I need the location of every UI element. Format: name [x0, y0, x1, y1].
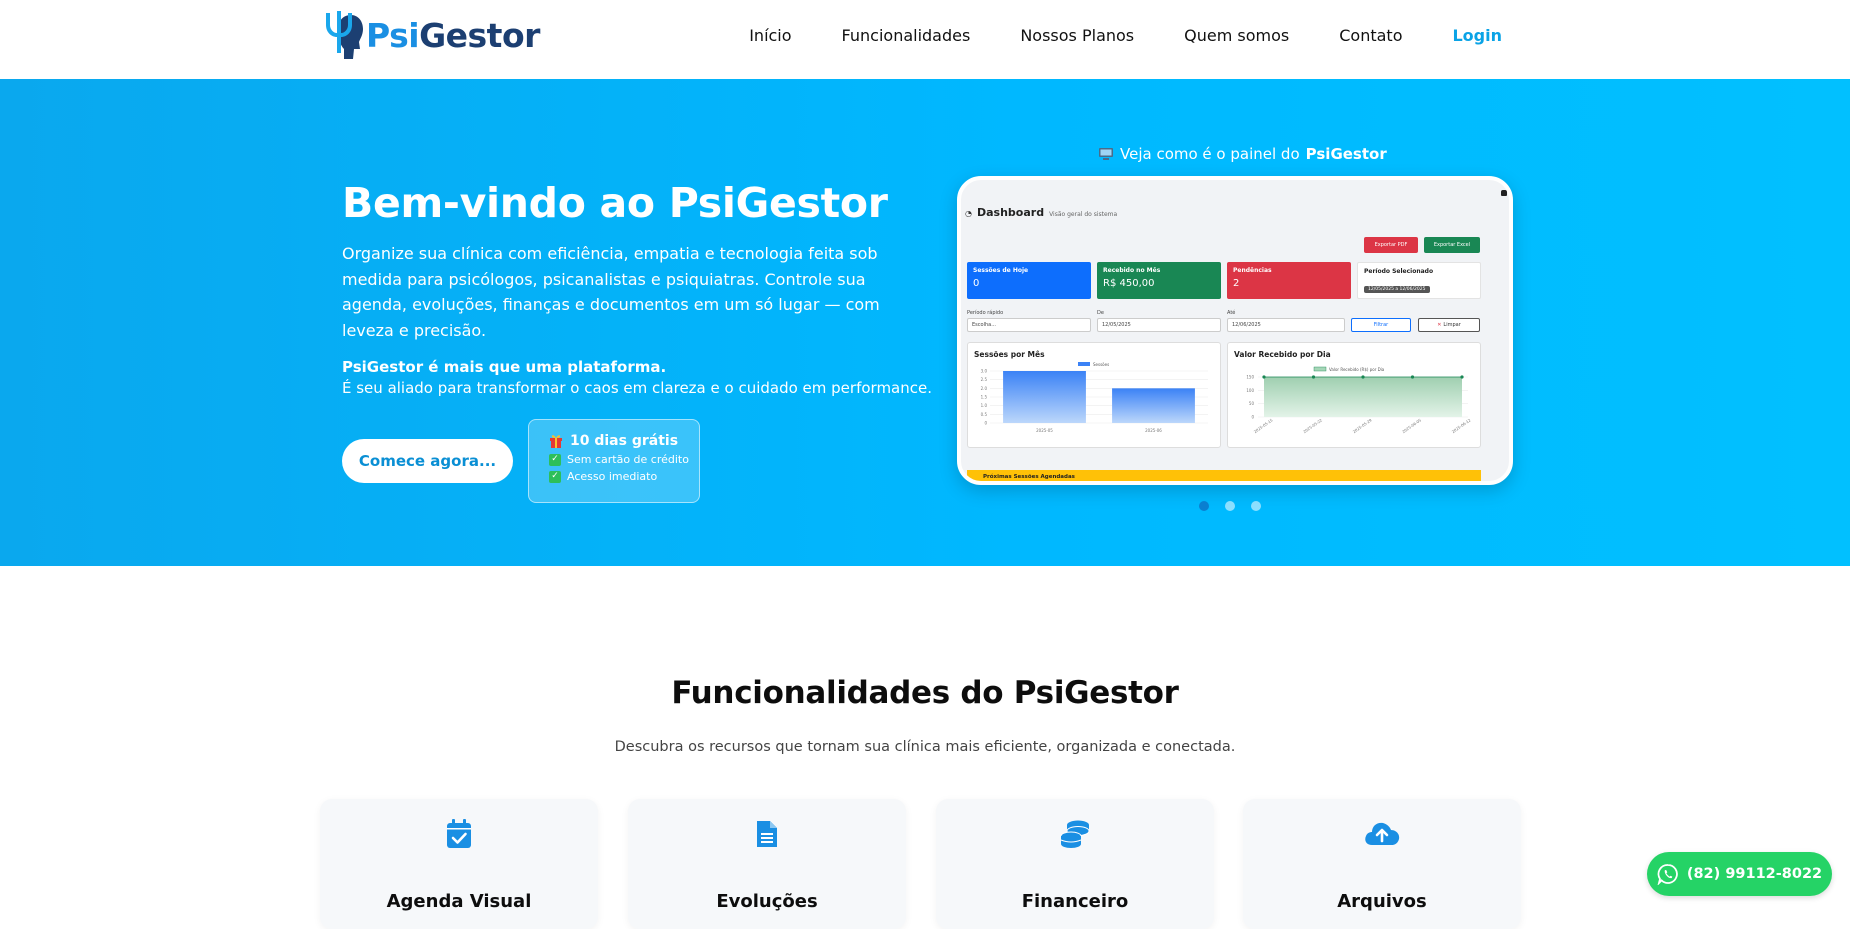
revenue-area-chart: Valor Recebido (R$) por Dia 0 50 100 150 2025…	[1246, 366, 1472, 434]
top-navbar: PsiGestor Início Funcionalidades Nossos …	[0, 0, 1850, 79]
x-tick-label: 2025-05-15	[1253, 417, 1274, 434]
carousel-indicators	[1199, 501, 1261, 511]
y-tick-label: 0	[1251, 415, 1254, 420]
chart-card-sessions: Sessões por Mês Sessões 0 0.5 1.0 1.5 2.0 2.5 3…	[967, 342, 1221, 448]
free-trial-box: 10 dias grátis ✓ Sem cartão de crédito ✓…	[528, 419, 700, 503]
whatsapp-icon	[1657, 864, 1678, 885]
export-excel-button[interactable]: Exportar Excel	[1424, 237, 1480, 253]
filter-button[interactable]: Filtrar	[1351, 318, 1411, 332]
gift-icon	[550, 435, 562, 448]
data-point	[1460, 375, 1464, 379]
y-tick-label: 2.5	[981, 377, 988, 382]
check-icon: ✓	[549, 453, 561, 466]
brand-logo[interactable]: PsiGestor	[322, 8, 540, 62]
carousel-slide-dashboard[interactable]: ◔ Dashboard Visão geral do sistema Expor…	[957, 176, 1513, 485]
x-tick-label: 2025-05-22	[1302, 417, 1323, 434]
close-icon: ✕	[1437, 322, 1442, 328]
clear-button[interactable]: ✕ Limpar	[1418, 318, 1480, 332]
y-tick-label: 2.0	[981, 386, 988, 391]
bar	[1003, 371, 1086, 423]
upcoming-sessions-bar[interactable]: Próximas Sessões Agendadas	[967, 470, 1481, 481]
nav-link-contato[interactable]: Contato	[1339, 26, 1402, 45]
nav-link-login[interactable]: Login	[1452, 26, 1502, 45]
kpi-received-month: Recebido no Mês R$ 450,00	[1097, 262, 1221, 299]
brand-name: PsiGestor	[366, 15, 540, 55]
y-tick-label: 0	[984, 421, 987, 426]
date-to-input[interactable]: 12/06/2025	[1227, 318, 1345, 332]
y-tick-label: 150	[1246, 375, 1254, 380]
y-tick-label: 100	[1246, 388, 1254, 393]
legend-swatch	[1313, 366, 1327, 372]
panel-caption: Veja como é o painel do PsiGestor	[1098, 145, 1387, 163]
y-tick-label: 0.5	[981, 412, 988, 417]
y-tick-label: 1.5	[981, 395, 988, 400]
hero-title: Bem-vindo ao PsiGestor	[342, 179, 888, 227]
date-from-input[interactable]: 12/05/2025	[1097, 318, 1221, 332]
legend-label: Valor Recebido (R$) por Dia	[1329, 367, 1385, 372]
sessions-bar-chart: Sessões 0 0.5 1.0 1.5 2.0 2.5 3.0 2025-05 2025-06	[981, 362, 1208, 433]
hero-section: Bem-vindo ao PsiGestor Organize sua clín…	[0, 79, 1850, 566]
carousel-dot-3[interactable]	[1251, 501, 1261, 511]
feature-card-arquivos[interactable]: Arquivos	[1243, 799, 1521, 929]
free-trial-title: 10 dias grátis	[570, 433, 679, 449]
x-tick-label: 2025-06-12	[1451, 417, 1472, 434]
data-point	[1361, 375, 1365, 379]
features-title: Funcionalidades do PsiGestor	[671, 675, 1179, 711]
feature-card-financeiro[interactable]: Financeiro	[936, 799, 1214, 929]
export-pdf-button[interactable]: Exportar PDF	[1364, 237, 1418, 253]
quick-period-label: Período rápido	[967, 310, 1004, 316]
y-tick-label: 1.0	[981, 403, 988, 408]
date-to-label: Até	[1227, 310, 1236, 316]
features-subtitle: Descubra os recursos que tornam sua clín…	[614, 739, 1236, 755]
dashboard-title: Dashboard	[976, 206, 1045, 219]
x-tick-label: 2025-06	[1145, 428, 1162, 433]
calendar-check-icon	[447, 819, 471, 848]
nav-link-inicio[interactable]: Início	[749, 26, 791, 45]
data-point	[1410, 375, 1415, 379]
feature-card-evolucoes[interactable]: Evoluções	[628, 799, 906, 929]
nav-link-funcionalidades[interactable]: Funcionalidades	[842, 26, 971, 45]
coins-icon	[1060, 820, 1090, 848]
trial-item-no-card: Sem cartão de crédito	[567, 453, 689, 466]
trial-item-immediate-access: Acesso imediato	[567, 470, 658, 483]
legend-label: Sessões	[1093, 362, 1109, 367]
quick-period-select[interactable]: Escolha...	[967, 318, 1091, 332]
dashboard-subtitle: Visão geral do sistema	[1049, 211, 1118, 218]
whatsapp-button[interactable]: (82) 99112-8022	[1647, 852, 1832, 896]
start-now-button[interactable]: Comece agora...	[342, 439, 513, 483]
area-fill	[1264, 377, 1462, 417]
kpi-pending: Pendências 2	[1227, 262, 1351, 299]
nav-menu: Início Funcionalidades Nossos Planos Que…	[749, 26, 1502, 45]
kpi-sessions-today: Sessões de Hoje 0	[967, 262, 1091, 299]
nav-link-quem-somos[interactable]: Quem somos	[1184, 26, 1289, 45]
hero-description: Organize sua clínica com eficiência, emp…	[342, 244, 880, 340]
data-point	[1311, 375, 1316, 379]
x-tick-label: 2025-06-05	[1401, 417, 1422, 434]
x-tick-label: 2025-05	[1036, 428, 1053, 433]
date-from-label: De	[1097, 310, 1104, 316]
hero-tagline-strong: PsiGestor é mais que uma plataforma.	[342, 358, 667, 376]
carousel-dot-2[interactable]	[1225, 501, 1235, 511]
bell-icon	[1501, 190, 1507, 196]
data-point	[1262, 375, 1266, 379]
kpi-selected-period: Período Selecionado 12/05/2025 a 12/06/2…	[1357, 262, 1481, 299]
check-icon: ✓	[549, 470, 561, 483]
legend-swatch	[1078, 362, 1090, 366]
hero-tagline: É seu aliado para transformar o caos em …	[342, 379, 932, 397]
computer-icon	[1099, 148, 1113, 160]
x-tick-label: 2025-05-29	[1352, 417, 1373, 434]
file-text-icon	[757, 821, 777, 847]
y-tick-label: 3.0	[981, 369, 988, 374]
psi-head-logo-icon	[326, 11, 363, 59]
nav-link-nossos-planos[interactable]: Nossos Planos	[1020, 26, 1134, 45]
whatsapp-phone: (82) 99112-8022	[1686, 866, 1823, 882]
dashboard-icon: ◔	[965, 209, 972, 218]
chart-card-revenue: Valor Recebido por Dia Valor Recebido (R…	[1227, 342, 1481, 448]
y-tick-label: 50	[1249, 401, 1255, 406]
feature-card-agenda[interactable]: Agenda Visual	[320, 799, 598, 929]
bar	[1112, 388, 1195, 423]
carousel-dot-1[interactable]	[1199, 501, 1209, 511]
cloud-upload-icon	[1365, 822, 1400, 845]
